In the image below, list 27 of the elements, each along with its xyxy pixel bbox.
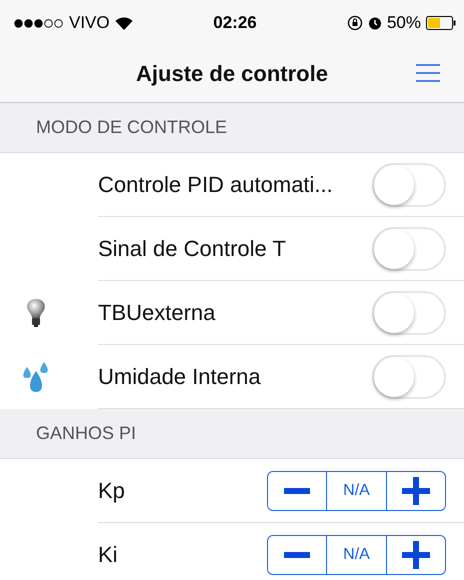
screen-title: Ajuste de controle bbox=[136, 61, 328, 87]
row-label: Ki bbox=[98, 542, 118, 568]
signal-icon bbox=[14, 18, 64, 28]
minus-icon bbox=[284, 488, 310, 494]
row-label: Umidade Interna bbox=[98, 364, 261, 390]
row-label: Sinal de Controle T bbox=[98, 236, 286, 262]
toggle-switch[interactable] bbox=[372, 226, 446, 270]
toggle-switch[interactable] bbox=[372, 290, 446, 334]
section-header: MODO DE CONTROLE bbox=[0, 103, 464, 153]
carrier-name: VIVO bbox=[69, 13, 110, 33]
alarm-icon bbox=[368, 16, 382, 30]
plus-icon bbox=[402, 476, 430, 504]
rotation-lock-icon bbox=[346, 15, 363, 31]
toggle-switch[interactable] bbox=[372, 354, 446, 398]
clock-time: 02:26 bbox=[213, 13, 257, 33]
battery-percent: 50% bbox=[386, 13, 421, 33]
minus-icon bbox=[284, 552, 310, 558]
row-label: Kp bbox=[98, 478, 125, 504]
battery-icon bbox=[426, 16, 456, 30]
section-header: GANHOS PI bbox=[0, 409, 464, 459]
light-bulb-icon bbox=[26, 298, 46, 328]
row-label: Controle PID automati... bbox=[98, 172, 333, 198]
wifi-icon bbox=[114, 16, 133, 30]
plus-icon bbox=[402, 541, 430, 569]
toggle-switch[interactable] bbox=[372, 162, 446, 206]
row-label: TBUexterna bbox=[98, 300, 216, 326]
menu-icon[interactable] bbox=[416, 64, 440, 82]
